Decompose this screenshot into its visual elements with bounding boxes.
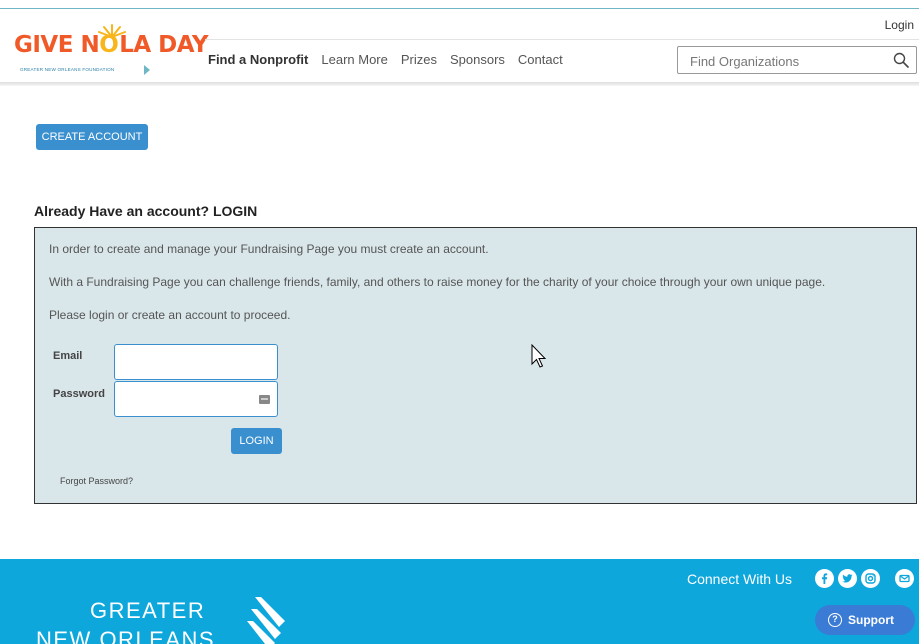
login-link[interactable]: Login — [885, 18, 914, 32]
email-field[interactable] — [121, 347, 261, 377]
create-account-button[interactable]: CREATE ACCOUNT — [36, 124, 148, 150]
login-section-title: Already Have an account? LOGIN — [34, 203, 258, 219]
connect-with-us-label: Connect With Us — [687, 571, 793, 587]
email-label: Email — [53, 350, 83, 362]
give-nola-day-logo[interactable]: GIVE NOLA DAY GREATER NEW ORLEANS FOUNDA… — [14, 22, 209, 80]
password-field-wrapper — [114, 381, 278, 417]
search-box — [677, 46, 917, 74]
mouse-cursor-icon — [531, 344, 547, 368]
instagram-icon[interactable] — [861, 569, 880, 588]
password-label: Password — [53, 388, 105, 400]
email-icon[interactable] — [895, 569, 914, 588]
info-text-create-account: In order to create and manage your Fundr… — [49, 242, 489, 256]
logo-arrow-icon — [144, 65, 150, 75]
logo-tagline: GREATER NEW ORLEANS FOUNDATION — [20, 67, 115, 72]
nav-sponsors[interactable]: Sponsors — [450, 52, 505, 67]
support-label: Support — [848, 613, 894, 627]
nav-prizes[interactable]: Prizes — [401, 52, 437, 67]
email-field-wrapper — [114, 344, 278, 380]
foundation-logo-mark-icon — [247, 597, 285, 644]
header-bottom-shadow — [0, 82, 919, 86]
info-text-fundraising: With a Fundraising Page you can challeng… — [49, 275, 826, 289]
support-button[interactable]: ? Support — [815, 605, 915, 635]
footer-logo-greater: GREATER — [90, 598, 206, 623]
twitter-icon[interactable] — [838, 569, 857, 588]
top-accent-line — [0, 8, 919, 9]
nav-contact[interactable]: Contact — [518, 52, 563, 67]
login-button[interactable]: LOGIN — [231, 428, 282, 454]
logo-wordmark: GIVE NOLA DAY — [14, 32, 209, 58]
nav-learn-more[interactable]: Learn More — [321, 52, 387, 67]
search-input[interactable] — [690, 52, 880, 70]
header-divider — [205, 39, 919, 40]
help-icon: ? — [828, 613, 842, 627]
footer: Connect With Us GREATER NEW ORLEANS ? Su… — [0, 559, 919, 644]
facebook-icon[interactable] — [815, 569, 834, 588]
info-text-proceed: Please login or create an account to pro… — [49, 308, 291, 322]
main-nav: Find a Nonprofit Learn More Prizes Spons… — [208, 52, 576, 67]
password-field[interactable] — [121, 384, 261, 414]
password-manager-icon[interactable] — [259, 395, 270, 404]
forgot-password-link[interactable]: Forgot Password? — [60, 476, 133, 486]
nav-find-a-nonprofit[interactable]: Find a Nonprofit — [208, 52, 308, 67]
login-panel: In order to create and manage your Fundr… — [34, 227, 917, 504]
search-icon[interactable] — [893, 52, 909, 68]
footer-logo-new-orleans: NEW ORLEANS — [36, 627, 216, 644]
